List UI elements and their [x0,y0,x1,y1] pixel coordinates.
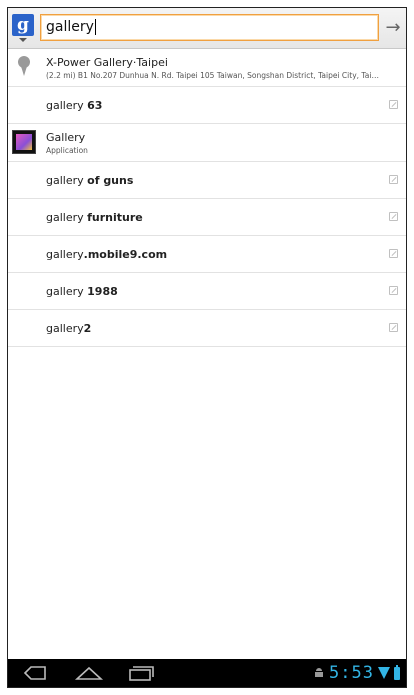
suggestion-prefix: gallery [46,98,88,112]
text-cursor [94,19,96,35]
recent-apps-icon[interactable] [124,664,154,682]
google-icon: g [12,14,34,36]
suggestion-place[interactable]: X-Power Gallery·Taipei (2.2 mi) B1 No.20… [8,49,406,87]
suggestion-completion: 63 [87,98,103,112]
suggestion-query[interactable]: gallery furniture [8,199,406,236]
suggestion-query[interactable]: gallery.mobile9.com [8,236,406,273]
status-area: 5:53 [313,662,400,684]
suggestion-prefix: gallery [46,284,88,298]
suggestion-completion: 2 [83,321,92,335]
dropdown-triangle-icon [19,38,27,42]
suggestion-query[interactable]: gallery 63 [8,87,406,124]
refine-query-icon[interactable] [389,323,398,332]
suggestion-title: X-Power Gallery·Taipei [46,55,168,69]
suggestion-prefix: gallery [46,173,88,187]
suggestion-prefix: gallery [46,210,88,224]
search-query-text: gallery [46,19,94,35]
wifi-icon [378,667,390,679]
suggestion-prefix: gallery [46,321,84,335]
search-bar: g gallery → [8,8,406,49]
suggestion-app[interactable]: Gallery Application [8,124,406,162]
refine-query-icon[interactable] [389,175,398,184]
suggestion-completion: furniture [87,210,143,224]
suggestion-prefix: gallery [46,247,84,261]
search-screen: g gallery → X-Power Gallery·Taipei (2.2 … [7,7,407,688]
suggestion-subtitle: (2.2 mi) B1 No.207 Dunhua N. Rd. Taipei … [46,70,382,80]
back-icon[interactable] [22,664,48,682]
refine-query-icon[interactable] [389,286,398,295]
suggestion-query[interactable]: gallery of guns [8,162,406,199]
android-debug-icon [315,668,324,677]
home-icon[interactable] [74,664,104,682]
map-pin-icon [12,55,36,79]
system-nav-bar: 5:53 [8,659,406,687]
search-input[interactable]: gallery [40,14,379,41]
refine-query-icon[interactable] [389,249,398,258]
suggestion-completion: of guns [87,173,134,187]
arrow-right-icon[interactable]: → [382,14,404,41]
suggestion-list: X-Power Gallery·Taipei (2.2 mi) B1 No.20… [8,49,406,347]
suggestion-subtitle: Application [46,145,88,155]
gallery-app-icon [12,130,36,154]
suggestion-completion: 1988 [87,284,118,298]
suggestion-completion: .mobile9.com [83,247,168,261]
suggestion-query[interactable]: gallery2 [8,310,406,347]
suggestion-title: Gallery [46,130,86,144]
suggestion-query[interactable]: gallery 1988 [8,273,406,310]
search-source-button[interactable]: g [12,14,34,42]
refine-query-icon[interactable] [389,212,398,221]
battery-icon [394,664,400,680]
refine-query-icon[interactable] [389,100,398,109]
clock: 5:53 [329,663,374,683]
